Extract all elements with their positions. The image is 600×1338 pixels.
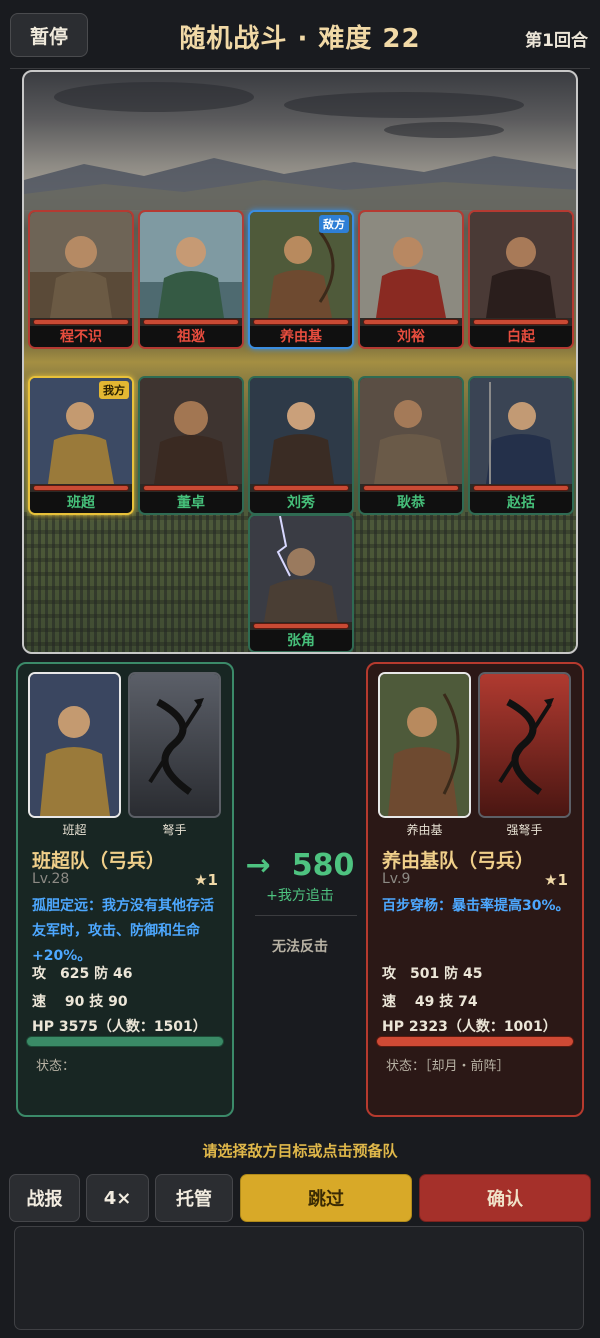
level: Lv.28 — [32, 871, 70, 887]
status-text: 状态： — [36, 1059, 76, 1074]
damage-preview: → 580 +我方追击 — [240, 848, 360, 905]
general-portrait — [470, 212, 572, 318]
enemy-card[interactable]: 刘裕 — [358, 210, 464, 349]
general-name: 祖逖 — [140, 326, 242, 347]
general-name: 白起 — [470, 326, 572, 347]
enemy-card[interactable]: 白起 — [468, 210, 574, 349]
general-portrait — [470, 378, 572, 484]
instruction-hint: 请选择敌方目标或点击预备队 — [202, 1142, 398, 1160]
cloud — [384, 122, 504, 138]
crossbow-icon — [480, 674, 569, 816]
hero-portrait — [378, 672, 471, 818]
enemy-card[interactable]: 程不识 — [28, 210, 134, 349]
general-portrait — [140, 378, 242, 484]
hp-bar — [33, 319, 129, 325]
reserve-card[interactable]: 张角 — [248, 514, 354, 652]
hp-stat: HP 3575（人数：1501） — [32, 1019, 207, 1035]
follow-up-note: +我方追击 — [266, 888, 334, 904]
atk-def-stat: 攻 501 防 45 — [382, 966, 483, 982]
squad-name: 养由基队（弓兵） — [382, 850, 535, 872]
auto-button[interactable]: 托管 — [155, 1174, 233, 1222]
skill-description: 孤胆定远：我方没有其他存活友军时，攻击、防御和生命+20%。 — [32, 898, 214, 964]
general-name: 程不识 — [30, 326, 132, 347]
counter-note: 无法反击 — [272, 939, 328, 955]
spd-tec-stat: 速 90 技 90 — [32, 994, 128, 1010]
enemy-card-targeted[interactable]: 敌方 养由基 — [248, 210, 354, 349]
unit-label: 强弩手 — [506, 823, 543, 837]
general-portrait — [30, 212, 132, 318]
general-name: 张角 — [250, 630, 352, 651]
general-name: 刘裕 — [360, 326, 462, 347]
hp-bar — [143, 319, 239, 325]
ally-detail-panel: 班超 弩手 班超队（弓兵） Lv.28 ★1 孤胆定远：我方没有其他存活友军时，… — [16, 662, 234, 1117]
hp-bar — [363, 319, 459, 325]
hp-bar — [33, 485, 129, 491]
general-name: 刘秀 — [250, 492, 352, 513]
enemy-tag: 敌方 — [319, 215, 349, 233]
unit-portrait — [478, 672, 571, 818]
unit-portrait — [128, 672, 221, 818]
round-counter: 第1回合 — [525, 31, 588, 51]
battlefield: 程不识 祖逖 敌方 养由基 刘裕 白起 我方 班超 董卓 刘秀 耿恭 赵括 张角 — [22, 70, 578, 654]
hp-bar — [253, 319, 349, 325]
cloud — [54, 82, 254, 112]
arrow-icon: → — [245, 848, 271, 883]
hp-bar — [253, 485, 349, 491]
header-divider — [10, 68, 590, 69]
enemy-card[interactable]: 祖逖 — [138, 210, 244, 349]
general-name: 耿恭 — [360, 492, 462, 513]
speed-button[interactable]: 4× — [86, 1174, 149, 1222]
hp-bar — [376, 1036, 574, 1047]
ally-card-selected[interactable]: 我方 班超 — [28, 376, 134, 515]
ally-tag: 我方 — [99, 381, 129, 399]
hp-bar — [143, 485, 239, 491]
general-portrait — [380, 674, 469, 816]
top-bar: 暂停 随机战斗 · 难度 22 第1回合 — [0, 0, 600, 72]
hp-bar — [473, 485, 569, 491]
enemy-detail-panel: 养由基 强弩手 养由基队（弓兵） Lv.9 ★1 百步穿杨：暴击率提高30%。 … — [366, 662, 584, 1117]
unit-label: 弩手 — [162, 823, 187, 837]
skill-description: 百步穿杨：暴击率提高30%。 — [382, 898, 570, 914]
ally-card[interactable]: 刘秀 — [248, 376, 354, 515]
hp-stat: HP 2323（人数：1001） — [382, 1019, 557, 1035]
hp-bar — [253, 623, 349, 629]
general-name: 班超 — [30, 492, 132, 513]
spd-tec-stat: 速 49 技 74 — [382, 994, 478, 1010]
mountains — [24, 156, 576, 210]
general-portrait — [30, 674, 119, 816]
star-rank: ★1 — [544, 871, 568, 889]
pause-button[interactable]: 暂停 — [10, 13, 88, 57]
cloud — [284, 92, 524, 118]
preview-divider — [255, 915, 357, 916]
hero-portrait — [28, 672, 121, 818]
ally-card[interactable]: 董卓 — [138, 376, 244, 515]
hp-bar — [473, 319, 569, 325]
general-portrait — [250, 516, 352, 622]
atk-def-stat: 攻 625 防 46 — [32, 966, 133, 982]
battle-report-button[interactable]: 战报 — [9, 1174, 80, 1222]
general-name: 董卓 — [140, 492, 242, 513]
confirm-button[interactable]: 确认 — [419, 1174, 591, 1222]
ally-card[interactable]: 赵括 — [468, 376, 574, 515]
general-portrait — [140, 212, 242, 318]
battle-title: 随机战斗 · 难度 22 — [179, 24, 421, 54]
ally-card[interactable]: 耿恭 — [358, 376, 464, 515]
hp-bar — [26, 1036, 224, 1047]
hp-bar — [363, 485, 459, 491]
general-portrait — [360, 378, 462, 484]
general-name: 赵括 — [470, 492, 572, 513]
hero-label: 养由基 — [406, 823, 443, 837]
skip-button[interactable]: 跳过 — [240, 1174, 412, 1222]
level: Lv.9 — [382, 871, 411, 887]
general-portrait — [360, 212, 462, 318]
damage-value: 580 — [291, 848, 355, 883]
crossbow-icon — [130, 674, 219, 816]
battle-log-box — [14, 1226, 584, 1330]
general-portrait — [250, 378, 352, 484]
status-text: 状态：［却月・前阵］ — [386, 1059, 510, 1074]
squad-name: 班超队（弓兵） — [32, 850, 166, 872]
hero-label: 班超 — [62, 823, 87, 837]
general-name: 养由基 — [250, 326, 352, 347]
star-rank: ★1 — [194, 871, 218, 889]
